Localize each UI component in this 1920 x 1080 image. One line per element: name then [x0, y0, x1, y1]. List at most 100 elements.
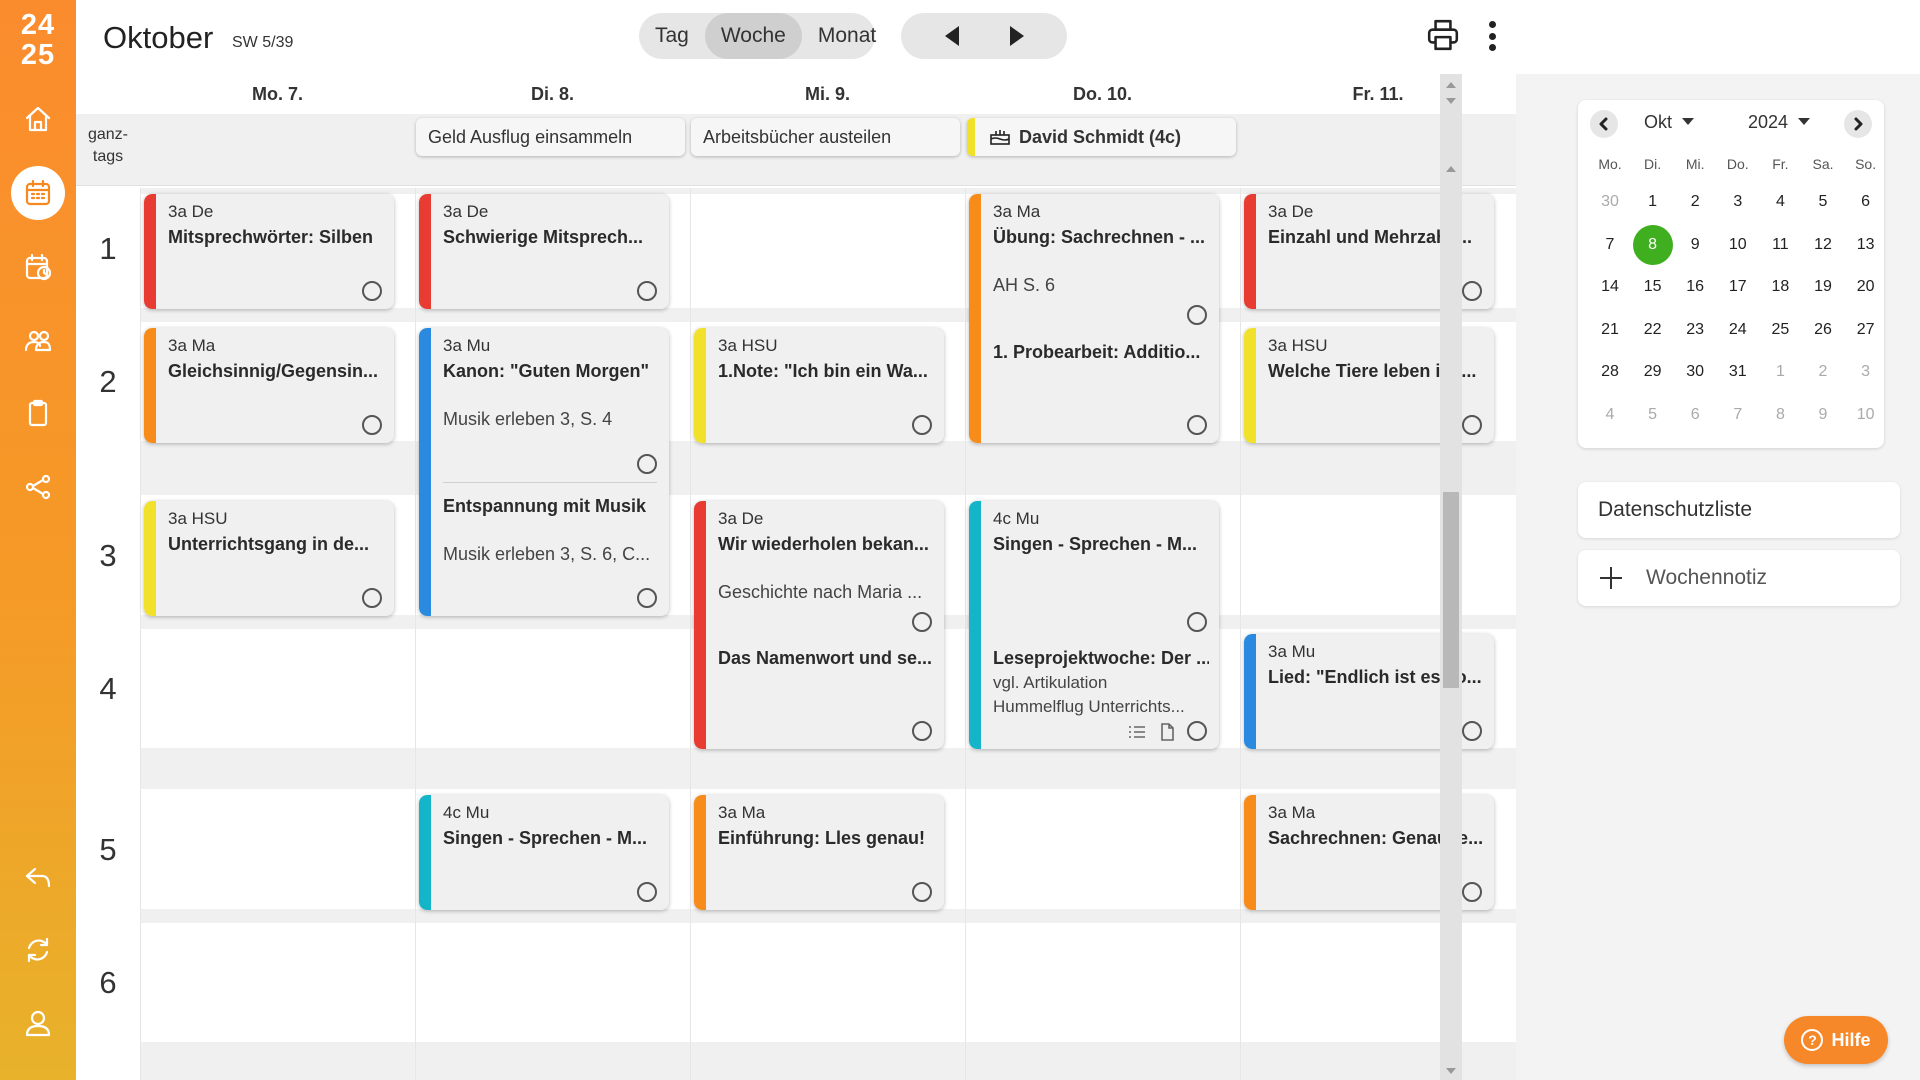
- mini-calendar-day[interactable]: 28: [1590, 352, 1630, 392]
- mini-calendar-day[interactable]: 6: [1675, 395, 1715, 435]
- mini-calendar-day[interactable]: 9: [1803, 395, 1843, 435]
- mini-calendar-day[interactable]: 18: [1760, 267, 1800, 307]
- mini-calendar-day[interactable]: 10: [1718, 225, 1758, 265]
- wochennotiz-card[interactable]: Wochennotiz: [1578, 550, 1900, 606]
- document-icon[interactable]: [1157, 722, 1177, 742]
- mini-calendar-day[interactable]: 21: [1590, 310, 1630, 350]
- mini-month-select[interactable]: Okt: [1644, 112, 1695, 133]
- mini-next-month-icon[interactable]: [1844, 110, 1872, 138]
- lesson-done-toggle[interactable]: [1462, 281, 1482, 301]
- mini-calendar-day[interactable]: 7: [1718, 395, 1758, 435]
- day-header-thu[interactable]: Do. 10.: [965, 84, 1240, 110]
- mini-calendar-day[interactable]: 15: [1633, 267, 1673, 307]
- help-button[interactable]: ? Hilfe: [1784, 1016, 1888, 1064]
- mini-calendar-day[interactable]: 26: [1803, 310, 1843, 350]
- scroll-thumb[interactable]: [1443, 492, 1459, 688]
- mini-calendar-day[interactable]: 3: [1846, 352, 1886, 392]
- lesson-done-toggle[interactable]: [912, 721, 932, 741]
- scroll-down-icon[interactable]: [1446, 98, 1456, 104]
- mini-calendar-day[interactable]: 16: [1675, 267, 1715, 307]
- datenschutz-card[interactable]: Datenschutzliste: [1578, 482, 1900, 538]
- mini-year-select[interactable]: 2024: [1748, 112, 1811, 133]
- lesson-done-toggle[interactable]: [1187, 721, 1207, 741]
- lesson-done-toggle[interactable]: [637, 281, 657, 301]
- mini-calendar-day[interactable]: 12: [1803, 225, 1843, 265]
- mini-calendar-day[interactable]: 14: [1590, 267, 1630, 307]
- calendar-scrollbar[interactable]: [1440, 74, 1462, 1080]
- mini-calendar-day[interactable]: 13: [1846, 225, 1886, 265]
- mini-calendar-day[interactable]: 3: [1718, 182, 1758, 222]
- mini-calendar-day[interactable]: 22: [1633, 310, 1673, 350]
- lesson-done-toggle[interactable]: [637, 882, 657, 902]
- nav-share[interactable]: [11, 460, 65, 514]
- lesson-card[interactable]: 4c Mu Singen - Sprechen - M...: [419, 795, 669, 910]
- lesson-done-toggle[interactable]: [1187, 612, 1207, 632]
- lesson-card[interactable]: 3a De Wir wiederholen bekan... Geschicht…: [694, 501, 944, 749]
- mini-calendar-day[interactable]: 2: [1675, 182, 1715, 222]
- allday-event[interactable]: Geld Ausflug einsammeln: [416, 118, 685, 156]
- lesson-card[interactable]: 3a Mu Kanon: "Guten Morgen" Musik erlebe…: [419, 328, 669, 616]
- mini-calendar-day[interactable]: 6: [1846, 182, 1886, 222]
- lesson-done-toggle[interactable]: [637, 454, 657, 474]
- next-week-icon[interactable]: [1009, 26, 1024, 46]
- app-logo[interactable]: 24 25: [0, 10, 76, 70]
- mini-calendar-day[interactable]: 4: [1590, 395, 1630, 435]
- prev-week-icon[interactable]: [944, 26, 959, 46]
- nav-profile[interactable]: [11, 996, 65, 1050]
- nav-back[interactable]: [11, 850, 65, 904]
- nav-sync[interactable]: [11, 923, 65, 977]
- lesson-done-toggle[interactable]: [362, 588, 382, 608]
- lesson-card[interactable]: 3a De Schwierige Mitsprech...: [419, 194, 669, 309]
- list-icon[interactable]: [1127, 722, 1147, 742]
- mini-calendar-day[interactable]: 31: [1718, 352, 1758, 392]
- mini-calendar-day[interactable]: 7: [1590, 225, 1630, 265]
- scroll-up-icon[interactable]: [1446, 82, 1456, 88]
- view-month-button[interactable]: Monat: [802, 13, 892, 59]
- lesson-done-toggle[interactable]: [1462, 415, 1482, 435]
- mini-calendar-day[interactable]: 5: [1803, 182, 1843, 222]
- mini-calendar-day[interactable]: 8: [1760, 395, 1800, 435]
- mini-calendar-day[interactable]: 2: [1803, 352, 1843, 392]
- lesson-done-toggle[interactable]: [912, 612, 932, 632]
- day-header-wed[interactable]: Mi. 9.: [690, 84, 965, 110]
- lesson-card[interactable]: 3a HSU 1.Note: "Ich bin ein Wa...: [694, 328, 944, 443]
- mini-prev-month-icon[interactable]: [1590, 110, 1618, 138]
- scroll-down-icon[interactable]: [1446, 1068, 1456, 1074]
- lesson-done-toggle[interactable]: [1187, 415, 1207, 435]
- mini-calendar-day[interactable]: 1: [1633, 182, 1673, 222]
- view-week-button[interactable]: Woche: [704, 13, 802, 59]
- mini-calendar-day[interactable]: 30: [1675, 352, 1715, 392]
- mini-calendar-day[interactable]: 17: [1718, 267, 1758, 307]
- mini-calendar-day[interactable]: 11: [1760, 225, 1800, 265]
- lesson-card[interactable]: 3a Ma Übung: Sachrechnen - ... AH S. 6 1…: [969, 194, 1219, 443]
- view-day-button[interactable]: Tag: [639, 13, 705, 59]
- mini-calendar-day[interactable]: 25: [1760, 310, 1800, 350]
- lesson-done-toggle[interactable]: [1462, 721, 1482, 741]
- lesson-card[interactable]: 3a Ma Gleichsinnig/Gegensin...: [144, 328, 394, 443]
- day-header-mon[interactable]: Mo. 7.: [140, 84, 415, 110]
- lesson-done-toggle[interactable]: [362, 281, 382, 301]
- lesson-done-toggle[interactable]: [637, 588, 657, 608]
- birthday-event[interactable]: David Schmidt (4c): [967, 118, 1236, 156]
- lesson-done-toggle[interactable]: [362, 415, 382, 435]
- mini-calendar-day[interactable]: 27: [1846, 310, 1886, 350]
- lesson-done-toggle[interactable]: [912, 882, 932, 902]
- lesson-card[interactable]: 3a De Mitsprechwörter: Silben: [144, 194, 394, 309]
- mini-calendar-day[interactable]: 4: [1760, 182, 1800, 222]
- mini-calendar-day[interactable]: 9: [1675, 225, 1715, 265]
- print-icon[interactable]: [1426, 18, 1460, 52]
- nav-notes[interactable]: [11, 386, 65, 440]
- lesson-done-toggle[interactable]: [1462, 882, 1482, 902]
- mini-calendar-day[interactable]: 5: [1633, 395, 1673, 435]
- mini-calendar-day[interactable]: 1: [1760, 352, 1800, 392]
- lesson-card[interactable]: 3a Ma Einführung: Lles genau!: [694, 795, 944, 910]
- lesson-done-toggle[interactable]: [912, 415, 932, 435]
- lesson-card[interactable]: 4c Mu Singen - Sprechen - M... Leseproje…: [969, 501, 1219, 749]
- mini-calendar-day[interactable]: 20: [1846, 267, 1886, 307]
- lesson-done-toggle[interactable]: [1187, 305, 1207, 325]
- allday-event[interactable]: Arbeitsbücher austeilen: [691, 118, 960, 156]
- scroll-up-icon[interactable]: [1446, 166, 1456, 172]
- mini-calendar-day[interactable]: 30: [1590, 182, 1630, 222]
- day-header-tue[interactable]: Di. 8.: [415, 84, 690, 110]
- mini-calendar-day[interactable]: 29: [1633, 352, 1673, 392]
